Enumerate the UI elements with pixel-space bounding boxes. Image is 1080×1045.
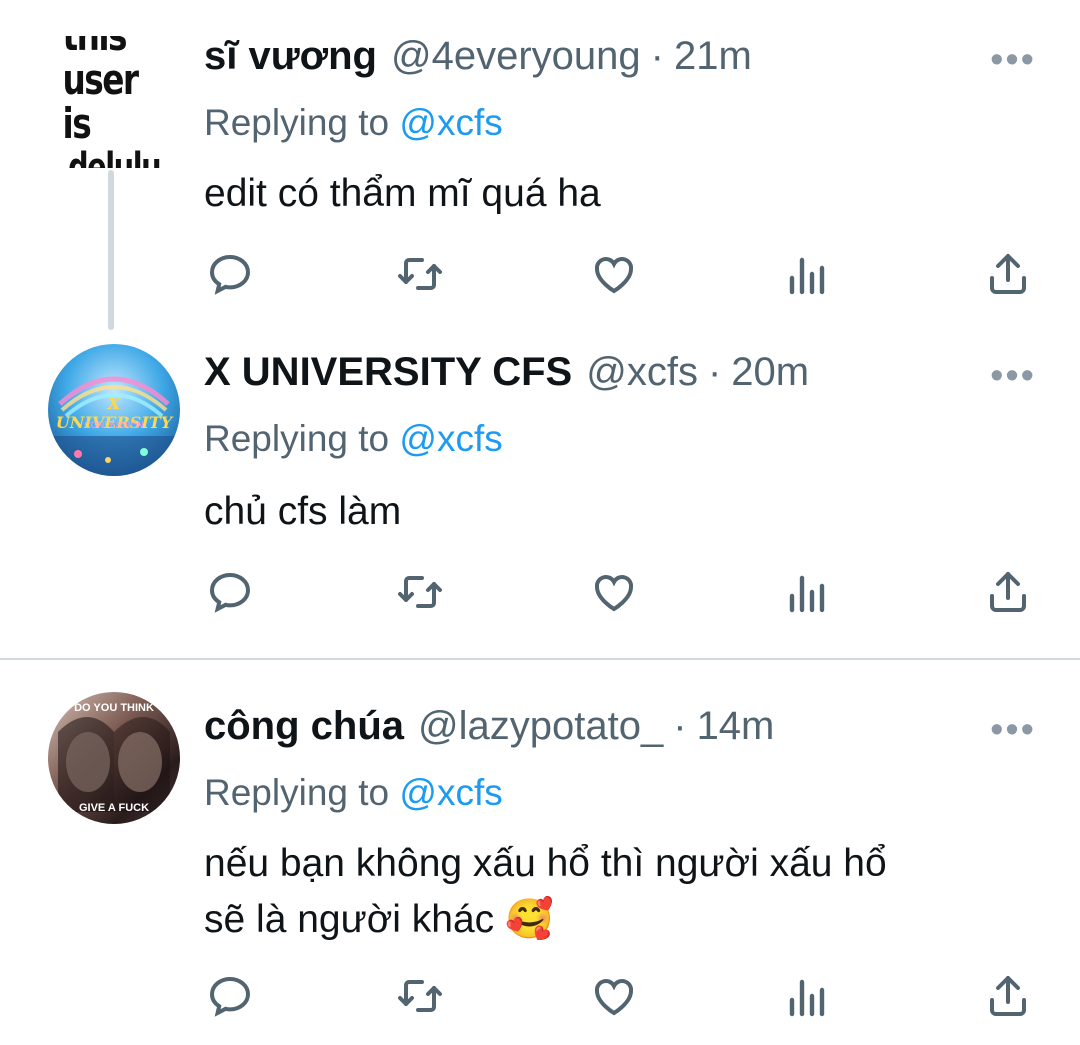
like-icon: [594, 575, 634, 612]
separator-dot: ·: [707, 350, 722, 394]
user-handle[interactable]: @4everyoung: [391, 34, 641, 79]
tweet-text: edit có thẩm mĩ quá ha: [204, 172, 601, 215]
share-button[interactable]: [980, 564, 1036, 620]
mention-link[interactable]: @xcfs: [399, 772, 502, 813]
more-icon[interactable]: •••: [990, 357, 1036, 395]
tweet-2[interactable]: X UNIVERSITY CONFESSION X UNIVERSITY CFS…: [0, 330, 1080, 660]
avatar-text-line2: GIVE A FUCK: [78, 802, 150, 814]
analytics-button[interactable]: [778, 564, 834, 620]
tweet-divider: [0, 658, 1080, 660]
avatar-text-line1: DO YOU THINK: [74, 702, 154, 714]
reply-button[interactable]: [202, 968, 258, 1024]
retweet-button[interactable]: [392, 564, 448, 620]
retweet-icon: [398, 576, 442, 608]
avatar[interactable]: X UNIVERSITY CONFESSION: [48, 344, 180, 476]
like-icon: [594, 257, 634, 294]
reply-button[interactable]: [202, 564, 258, 620]
share-icon: [990, 572, 1026, 612]
like-button[interactable]: [586, 564, 642, 620]
retweet-button[interactable]: [392, 246, 448, 302]
user-handle[interactable]: @xcfs: [586, 350, 698, 395]
share-icon: [990, 254, 1026, 294]
reply-icon: [209, 254, 251, 295]
tweet-1[interactable]: this user is delulu sĩ vương @4everyoung…: [0, 0, 1080, 330]
retweet-icon: [398, 980, 442, 1012]
analytics-icon: [789, 257, 825, 295]
timestamp[interactable]: 14m: [697, 704, 775, 749]
avatar-text-line2: CONFESSION: [84, 420, 144, 430]
display-name[interactable]: X UNIVERSITY CFS: [204, 350, 572, 395]
avatar-text-line2: delulu: [67, 145, 162, 168]
analytics-button[interactable]: [778, 968, 834, 1024]
mention-link[interactable]: @xcfs: [399, 418, 502, 459]
more-icon[interactable]: •••: [990, 41, 1036, 79]
avatar[interactable]: DO YOU THINK GIVE A FUCK: [48, 692, 180, 824]
retweet-button[interactable]: [392, 968, 448, 1024]
action-bar: [0, 968, 1080, 1028]
replying-prefix: Replying to: [204, 772, 390, 813]
timestamp[interactable]: 20m: [731, 350, 809, 395]
display-name[interactable]: sĩ vương: [204, 34, 377, 79]
user-handle[interactable]: @lazypotato_: [418, 704, 663, 749]
action-bar: [0, 246, 1080, 306]
mention-link[interactable]: @xcfs: [399, 102, 502, 143]
replying-prefix: Replying to: [204, 102, 390, 143]
tweet-3[interactable]: DO YOU THINK GIVE A FUCK công chúa @lazy…: [0, 662, 1080, 1045]
replying-to: Replying to @xcfs: [204, 772, 503, 814]
separator-dot: ·: [650, 34, 664, 78]
timestamp[interactable]: 21m: [674, 34, 752, 79]
tweet-text: chủ cfs làm: [204, 490, 402, 533]
avatar-text-line1: this user is: [62, 36, 140, 148]
analytics-button[interactable]: [778, 246, 834, 302]
reply-icon: [209, 976, 251, 1017]
replying-prefix: Replying to: [204, 418, 390, 459]
share-icon: [990, 976, 1026, 1016]
action-bar: [0, 564, 1080, 624]
reply-button[interactable]: [202, 246, 258, 302]
analytics-icon: [789, 979, 825, 1017]
like-icon: [594, 979, 634, 1016]
tweet-header: X UNIVERSITY CFS @xcfs · 20m: [204, 350, 809, 410]
reply-icon: [209, 572, 251, 613]
analytics-icon: [789, 575, 825, 613]
separator-dot: ·: [673, 704, 687, 748]
display-name[interactable]: công chúa: [204, 704, 404, 749]
share-button[interactable]: [980, 968, 1036, 1024]
tweet-text: nếu bạn không xấu hổ thì người xấu hổ sẽ…: [204, 842, 887, 941]
replying-to: Replying to @xcfs: [204, 102, 503, 144]
more-icon[interactable]: •••: [990, 711, 1036, 749]
like-button[interactable]: [586, 968, 642, 1024]
like-button[interactable]: [586, 246, 642, 302]
tweet-header: sĩ vương @4everyoung · 21m: [204, 34, 752, 94]
retweet-icon: [398, 258, 442, 290]
tweet-header: công chúa @lazypotato_ · 14m: [204, 704, 774, 764]
avatar[interactable]: this user is delulu: [48, 36, 180, 168]
replying-to: Replying to @xcfs: [204, 418, 503, 460]
share-button[interactable]: [980, 246, 1036, 302]
